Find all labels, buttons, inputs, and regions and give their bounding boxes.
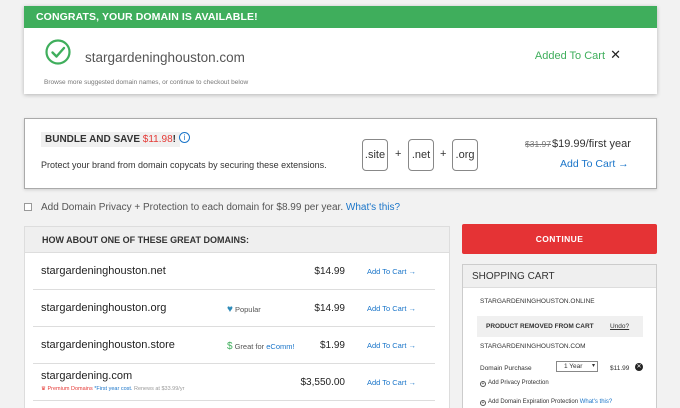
table-row: stargardening.com ♛ Premium Domains *Fir…	[33, 364, 435, 401]
privacy-whats-this-link[interactable]: What's this?	[346, 202, 400, 213]
availability-card: CONGRATS, YOUR DOMAIN IS AVAILABLE! star…	[24, 6, 657, 94]
purchase-price: $11.99	[610, 365, 630, 372]
suggested-domains-panel: HOW ABOUT ONE OF THESE GREAT DOMAINS: st…	[24, 226, 450, 408]
bundle-card: BUNDLE AND SAVE $11.98! i Protect your b…	[24, 118, 657, 189]
plus-sign: +	[395, 148, 402, 160]
add-to-cart-link[interactable]: Add To Cart →	[367, 267, 416, 276]
info-icon[interactable]: i	[179, 132, 190, 143]
domain-price: $3,550.00	[300, 377, 346, 388]
add-privacy-option[interactable]: + Add Privacy Protection	[480, 380, 549, 387]
heart-icon: ♥	[227, 304, 233, 315]
add-to-cart-link[interactable]: Add To Cart →	[367, 341, 416, 350]
cart-item-name: STARGARDENINGHOUSTON.COM	[480, 343, 586, 350]
domain-price: $1.99	[319, 340, 345, 351]
add-to-cart-link[interactable]: Add To Cart →	[367, 378, 416, 387]
domain-price: $14.99	[314, 266, 345, 277]
remove-item-icon[interactable]: ✕	[635, 363, 643, 371]
bundle-add-to-cart-link[interactable]: Add To Cart →	[560, 158, 629, 170]
privacy-checkbox[interactable]	[24, 203, 32, 211]
added-to-cart-status: Added To Cart	[534, 50, 605, 62]
available-domain-name: stargardeninghouston.com	[85, 50, 245, 65]
plus-circle-icon: +	[480, 400, 486, 406]
cart-heading: SHOPPING CART	[463, 265, 656, 288]
bundle-old-price: $31.97	[525, 139, 551, 149]
domain-name: stargardeninghouston.net	[41, 265, 166, 277]
add-expiration-option[interactable]: + Add Domain Expiration Protection What's…	[480, 399, 612, 406]
plus-circle-icon: +	[480, 381, 486, 387]
table-row: stargardeninghouston.store $ Great for eC…	[33, 327, 435, 364]
chevron-down-icon: ▾	[591, 363, 595, 369]
availability-note: Browse more suggested domain names, or c…	[44, 79, 249, 86]
plus-sign: +	[440, 148, 447, 160]
ecomm-badge: $ Great for eComm!	[227, 341, 295, 352]
domain-price: $14.99	[314, 303, 345, 314]
check-circle-icon	[45, 39, 71, 65]
tld-site: .site	[362, 139, 388, 171]
popular-badge: ♥ Popular	[227, 304, 261, 315]
cart-item-name: STARGARDENINGHOUSTON.ONLINE	[480, 298, 595, 305]
expiry-whats-this-link[interactable]: What's this?	[580, 399, 613, 405]
bundle-heading: BUNDLE AND SAVE $11.98!	[41, 132, 180, 147]
premium-note: ♛ Premium Domains *First year cost. Rene…	[41, 386, 185, 392]
purchase-label: Domain Purchase	[480, 365, 532, 372]
removed-notice: PRODUCT REMOVED FROM CART Undo?	[477, 316, 643, 337]
domain-name: stargardening.com	[41, 370, 133, 382]
suggestions-heading: HOW ABOUT ONE OF THESE GREAT DOMAINS:	[25, 227, 449, 253]
bundle-description: Protect your brand from domain copycats …	[41, 160, 327, 170]
dollar-icon: $	[227, 341, 233, 352]
privacy-label: Add Domain Privacy + Protection to each …	[41, 202, 401, 213]
term-select[interactable]: 1 Year ▾	[556, 361, 598, 372]
domain-name: stargardeninghouston.store	[41, 339, 175, 351]
tld-org: .org	[452, 139, 478, 171]
table-row: stargardeninghouston.net $14.99 Add To C…	[33, 253, 435, 290]
domain-name: stargardeninghouston.org	[41, 302, 167, 314]
bundle-savings: $11.98	[142, 134, 173, 145]
shopping-cart-panel: SHOPPING CART STARGARDENINGHOUSTON.ONLIN…	[462, 264, 657, 408]
availability-banner: CONGRATS, YOUR DOMAIN IS AVAILABLE!	[24, 6, 657, 28]
table-row: stargardeninghouston.org ♥ Popular $14.99…	[33, 290, 435, 327]
continue-button[interactable]: CONTINUE	[462, 224, 657, 254]
bundle-new-price: $19.99/first year	[552, 138, 631, 150]
tld-net: .net	[408, 139, 434, 171]
undo-link[interactable]: Undo?	[610, 323, 629, 330]
remove-from-cart-close-icon[interactable]: ✕	[610, 48, 621, 61]
add-to-cart-link[interactable]: Add To Cart →	[367, 304, 416, 313]
